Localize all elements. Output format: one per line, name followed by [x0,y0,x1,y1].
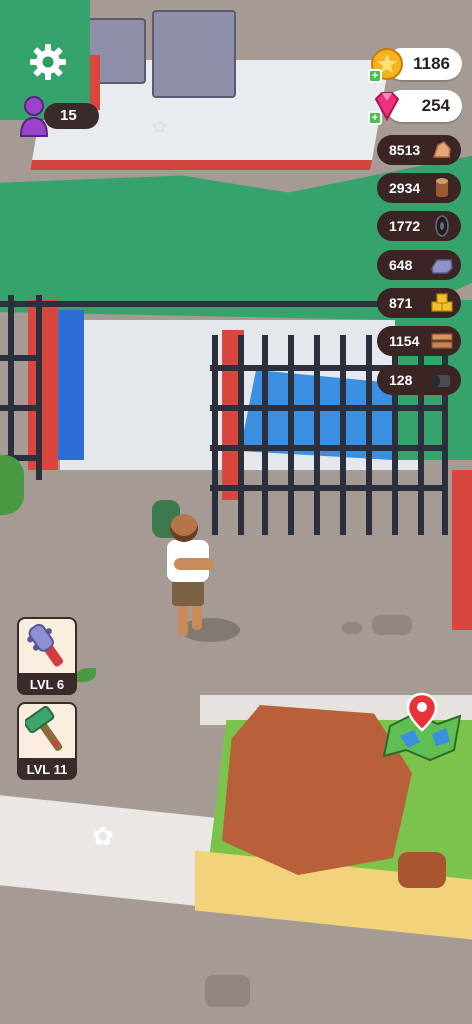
small-rock[interactable] [398,852,446,888]
resource-cloth: 128 [377,365,461,395]
stone [372,615,412,635]
spiked-club-icon [27,623,64,667]
resource-value: 1154 [389,333,420,349]
settings-button[interactable] [26,40,70,84]
tool-level: LVL 6 [17,675,77,695]
resource-value: 1772 [389,218,421,234]
resource-planks: 1154 [377,326,461,356]
player-count-value: 15 [44,103,99,129]
stone [342,622,362,634]
tool-slot-hammer[interactable]: LVL 11 [17,702,77,780]
person-icon [19,96,49,137]
add-coins-button[interactable]: + [368,69,382,83]
stone-chunk-icon [431,139,453,161]
flower: ✿ [152,117,168,137]
player-character [150,498,240,648]
hammer-icon [25,706,63,751]
red-post [452,470,472,630]
map-button[interactable] [380,690,464,770]
wood-planks-icon [431,330,453,352]
coins-counter[interactable]: + 1186 [368,44,462,84]
gems-counter[interactable]: + 254 [368,86,462,126]
resource-value: 2934 [389,180,421,196]
gem-icon: + [368,89,404,125]
tool-level: LVL 11 [17,760,77,780]
resource-rubber: 1772 [377,211,461,241]
bush [0,455,24,515]
player-count: 15 [18,94,99,138]
resource-wood: 2934 [377,173,461,203]
resource-value: 871 [389,295,413,311]
resource-stone: 8513 [377,135,461,165]
resource-metal: 648 [377,250,461,280]
cloth-roll-icon [431,369,453,391]
stone [205,975,250,1007]
resource-gold: 871 [377,288,461,318]
stove [152,10,236,98]
add-gems-button[interactable]: + [368,111,382,125]
resource-value: 8513 [389,142,421,158]
resource-value: 128 [389,372,413,388]
resource-value: 648 [389,257,413,273]
tool-slot-club[interactable]: LVL 6 [17,617,77,695]
rubber-tire-icon [431,215,453,237]
gold-bars-icon [431,292,453,314]
map-location-icon [382,692,462,762]
coin-icon: + [368,47,404,83]
wood-log-icon [431,177,453,199]
flower: ✿ [92,821,114,851]
metal-ingot-icon [431,254,453,276]
gear-icon [30,44,66,80]
